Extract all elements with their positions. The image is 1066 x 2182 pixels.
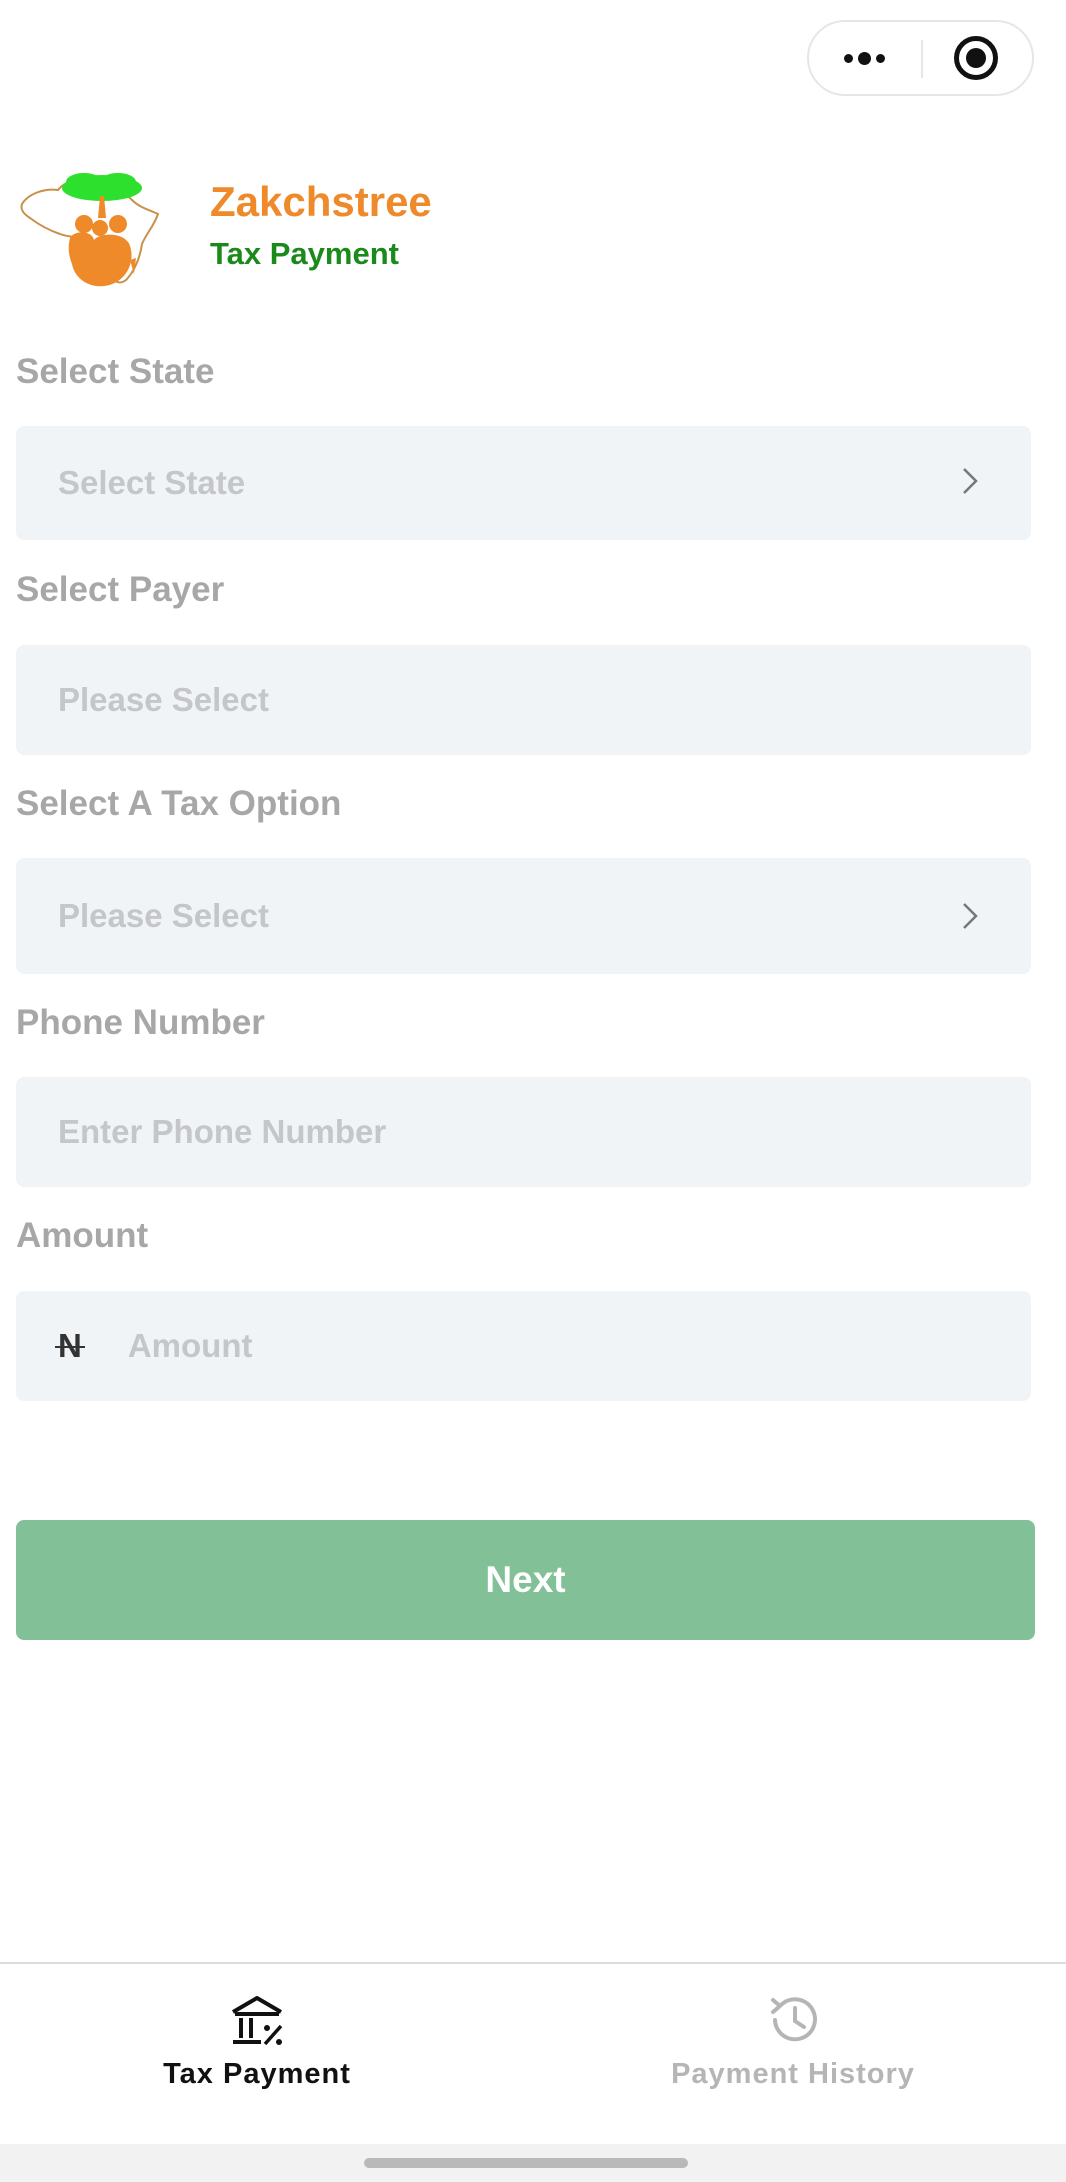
history-clock-icon — [771, 1997, 817, 2042]
bank-percent-icon — [231, 1996, 283, 2046]
amount-placeholder: Amount — [127, 1327, 253, 1364]
phone-label: Phone Number — [16, 1003, 265, 1042]
amount-label: Amount — [16, 1216, 149, 1255]
tax-option-label: Select A Tax Option — [16, 784, 342, 823]
more-dots-icon — [844, 51, 886, 65]
naira-currency-icon: N — [55, 1327, 85, 1364]
tab-label: Tax Payment — [163, 2058, 351, 2090]
tab-payment-history[interactable]: Payment History — [643, 1990, 943, 2091]
home-indicator[interactable] — [364, 2158, 688, 2168]
phone-input[interactable]: Enter Phone Number — [16, 1077, 1031, 1187]
close-button[interactable] — [921, 22, 1033, 94]
state-placeholder: Select State — [58, 464, 246, 501]
target-close-icon — [954, 36, 999, 80]
tab-label: Payment History — [671, 2058, 915, 2090]
bottom-tab-bar: Tax Payment Payment History — [0, 1962, 1066, 2144]
state-select[interactable]: Select State — [16, 426, 1031, 540]
state-label: Select State — [16, 352, 215, 391]
capsule-divider — [921, 40, 923, 78]
tab-tax-payment[interactable]: Tax Payment — [107, 1990, 407, 2091]
mini-program-capsule — [807, 20, 1034, 96]
payer-select[interactable]: Please Select — [16, 645, 1031, 755]
tax-option-placeholder: Please Select — [58, 897, 269, 934]
brand-subtitle: Tax Payment — [210, 236, 399, 271]
africa-tree-family-logo — [20, 173, 160, 287]
chevron-right-icon — [963, 903, 978, 929]
more-button[interactable] — [809, 22, 921, 94]
tax-option-select[interactable]: Please Select — [16, 858, 1031, 974]
next-button[interactable]: Next — [16, 1520, 1035, 1640]
brand-name: Zakchstree — [210, 178, 432, 225]
payer-label: Select Payer — [16, 570, 225, 609]
chevron-right-icon — [963, 468, 978, 494]
phone-placeholder: Enter Phone Number — [58, 1113, 387, 1150]
amount-input[interactable]: N Amount — [16, 1291, 1031, 1401]
payer-placeholder: Please Select — [58, 681, 269, 718]
home-indicator-area — [0, 2144, 1066, 2182]
